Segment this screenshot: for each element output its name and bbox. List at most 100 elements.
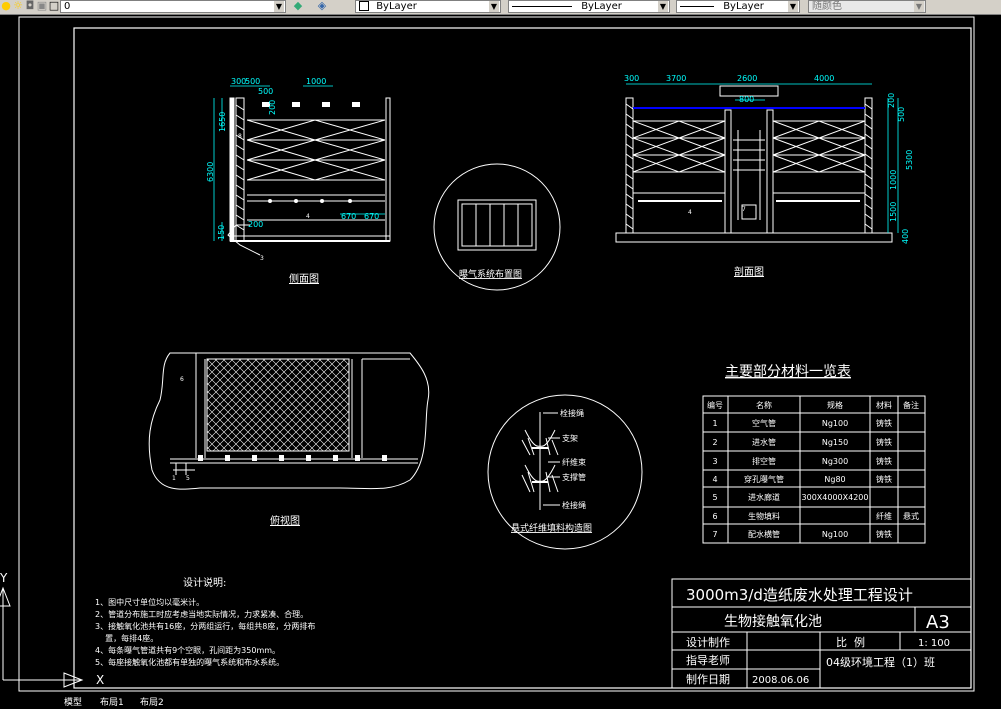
table-cell: 4 [712,475,717,484]
ratio-label: 比 例 [836,635,865,649]
layer-plot-icon[interactable]: ▣ [36,0,48,12]
fiber-label: 支架 [562,433,578,443]
tab-layout1[interactable]: 布局1 [100,695,124,708]
callout-label: 1 [172,475,176,482]
table-cell: Ng100 [822,419,848,428]
table-cell: 6 [712,512,717,521]
dim-label: 200 [268,100,277,115]
lineweight-value: ByLayer [723,1,764,12]
table-cell: Ng80 [824,475,845,484]
note-line: 5、每座接触氧化池都有单独的曝气系统和布水系统。 [95,657,284,667]
layout-tabs: 模型 布局1 布局2 [0,695,280,708]
table-header-cell: 规格 [827,400,843,410]
callout-label: 8 [238,133,242,140]
dim-label: 500 [897,107,906,122]
layer-color-swatch-icon[interactable]: □ [48,0,60,12]
tab-layout2[interactable]: 布局2 [140,695,164,708]
chevron-down-icon[interactable]: ▼ [914,1,924,12]
project-title: 3000m3/d造纸废水处理工程设计 [686,586,913,604]
note-line: 4、每条曝气管道共有9个空眼，孔间距为350mm。 [95,645,280,655]
plan-view-title: 俯视图 [270,514,300,527]
note-line: 3、接触氧化池共有16座，分两组运行，每组共8座，分两排布 [95,621,315,631]
dim-label: 200 [248,220,263,229]
table-cell: 空气管 [752,418,776,428]
layer-freeze-icon[interactable]: ☼ [12,0,24,12]
fiber-detail-labels: 栓接绳 支架 纤维束 支撑管 栓接绳 [560,408,586,510]
advisor-label: 指导老师 [686,653,730,667]
table-cell: 铸铁 [876,437,892,447]
ratio-value: 1: 100 [918,638,950,649]
dim-label: 1000 [889,170,898,190]
note-line: 1、图中尺寸单位均以毫米计。 [95,597,204,607]
layer-previous-icon[interactable]: ◈ [316,0,328,12]
linetype-preview-icon [512,5,572,7]
layer-dropdown[interactable]: 0 ▼ [60,0,286,13]
chevron-down-icon[interactable]: ▼ [658,1,668,12]
layer-on-icon[interactable]: ● [0,0,12,12]
properties-toolbar: ● ☼ ◘ ▣ □ 0 ▼ ◆ ◈ ByLayer ▼ ByLayer ▼ By… [0,0,1001,15]
table-cell: 铸铁 [876,474,892,484]
table-cell: 悬式 [903,511,919,521]
plotstyle-value: 随颜色 [812,1,842,12]
lineweight-preview-icon [680,5,714,7]
table-cell: Ng150 [822,438,848,447]
tab-model[interactable]: 模型 [64,695,82,708]
section-view [615,85,893,243]
callout-label: 7 [742,206,746,213]
lineweight-dropdown[interactable]: ByLayer ▼ [676,0,800,13]
table-cell: 铸铁 [876,529,892,539]
callout-label: 4 [688,209,692,216]
drawing-name: 生物接触氧化池 [724,613,822,630]
layer-lock-icon[interactable]: ◘ [24,0,36,12]
table-cell: 5 [712,493,717,502]
dim-label: 150 [217,225,226,240]
table-cell: 穿孔曝气管 [744,474,784,484]
section-view-callouts: 4 7 [688,206,746,216]
dim-label: 1500 [889,202,898,222]
color-dropdown[interactable]: ByLayer ▼ [355,0,501,13]
table-cell: 进水廊道 [748,492,780,502]
section-view-dims [626,83,899,233]
make-object-layer-current-icon[interactable]: ◆ [292,0,304,12]
table-header-cell: 名称 [756,400,772,410]
note-line: 置，每排4座。 [95,633,158,643]
design-label: 设计制作 [686,636,730,649]
dim-label: 670 [341,212,356,221]
design-notes: 1、图中尺寸单位均以毫米计。 2、管道分布施工时应考虑当地实际情况，力求紧凑、合… [95,597,315,667]
dim-label: 5300 [905,150,914,170]
drawing-canvas[interactable]: 300 500 1000 500 200 1650 6300 150 200 6… [0,14,1001,705]
chevron-down-icon[interactable]: ▼ [489,1,499,12]
sheet-size: A3 [926,612,950,633]
class-value: 04级环境工程（1）班 [826,655,935,669]
color-swatch-icon [359,1,369,11]
table-cell: Ng100 [822,530,848,539]
side-view [227,97,391,256]
drawing-svg: 300 500 1000 500 200 1650 6300 150 200 6… [0,16,975,692]
linetype-dropdown[interactable]: ByLayer ▼ [508,0,670,13]
dim-label: 1650 [218,112,227,132]
plan-view [148,352,430,490]
date-label: 制作日期 [686,673,730,686]
side-view-title: 侧面图 [289,272,319,285]
chevron-down-icon[interactable]: ▼ [788,1,798,12]
dim-label: 1000 [306,77,326,86]
table-cell: 1 [712,419,717,428]
dim-label: 670 [364,212,379,221]
table-header-cell: 材料 [876,400,892,410]
dim-label: 300 [624,74,639,83]
callout-label: 6 [180,376,184,383]
table-cell: 纤维 [876,511,892,521]
dim-label: 300 [231,77,246,86]
fiber-detail-title: 悬式纤维填料构造图 [511,522,592,534]
dim-label: 4000 [814,74,834,83]
chevron-down-icon[interactable]: ▼ [274,1,284,12]
table-cell: 配水横管 [748,529,780,539]
dim-label: 400 [901,229,910,244]
dim-label: 3700 [666,74,686,83]
note-line: 2、管道分布施工时应考虑当地实际情况，力求紧凑、合理。 [95,609,308,619]
callout-label: 3 [260,255,264,262]
table-header-cell: 备注 [903,400,919,410]
plotstyle-dropdown[interactable]: 随颜色 ▼ [808,0,926,13]
fiber-label: 栓接绳 [562,500,586,510]
table-cell: 2 [712,438,717,447]
